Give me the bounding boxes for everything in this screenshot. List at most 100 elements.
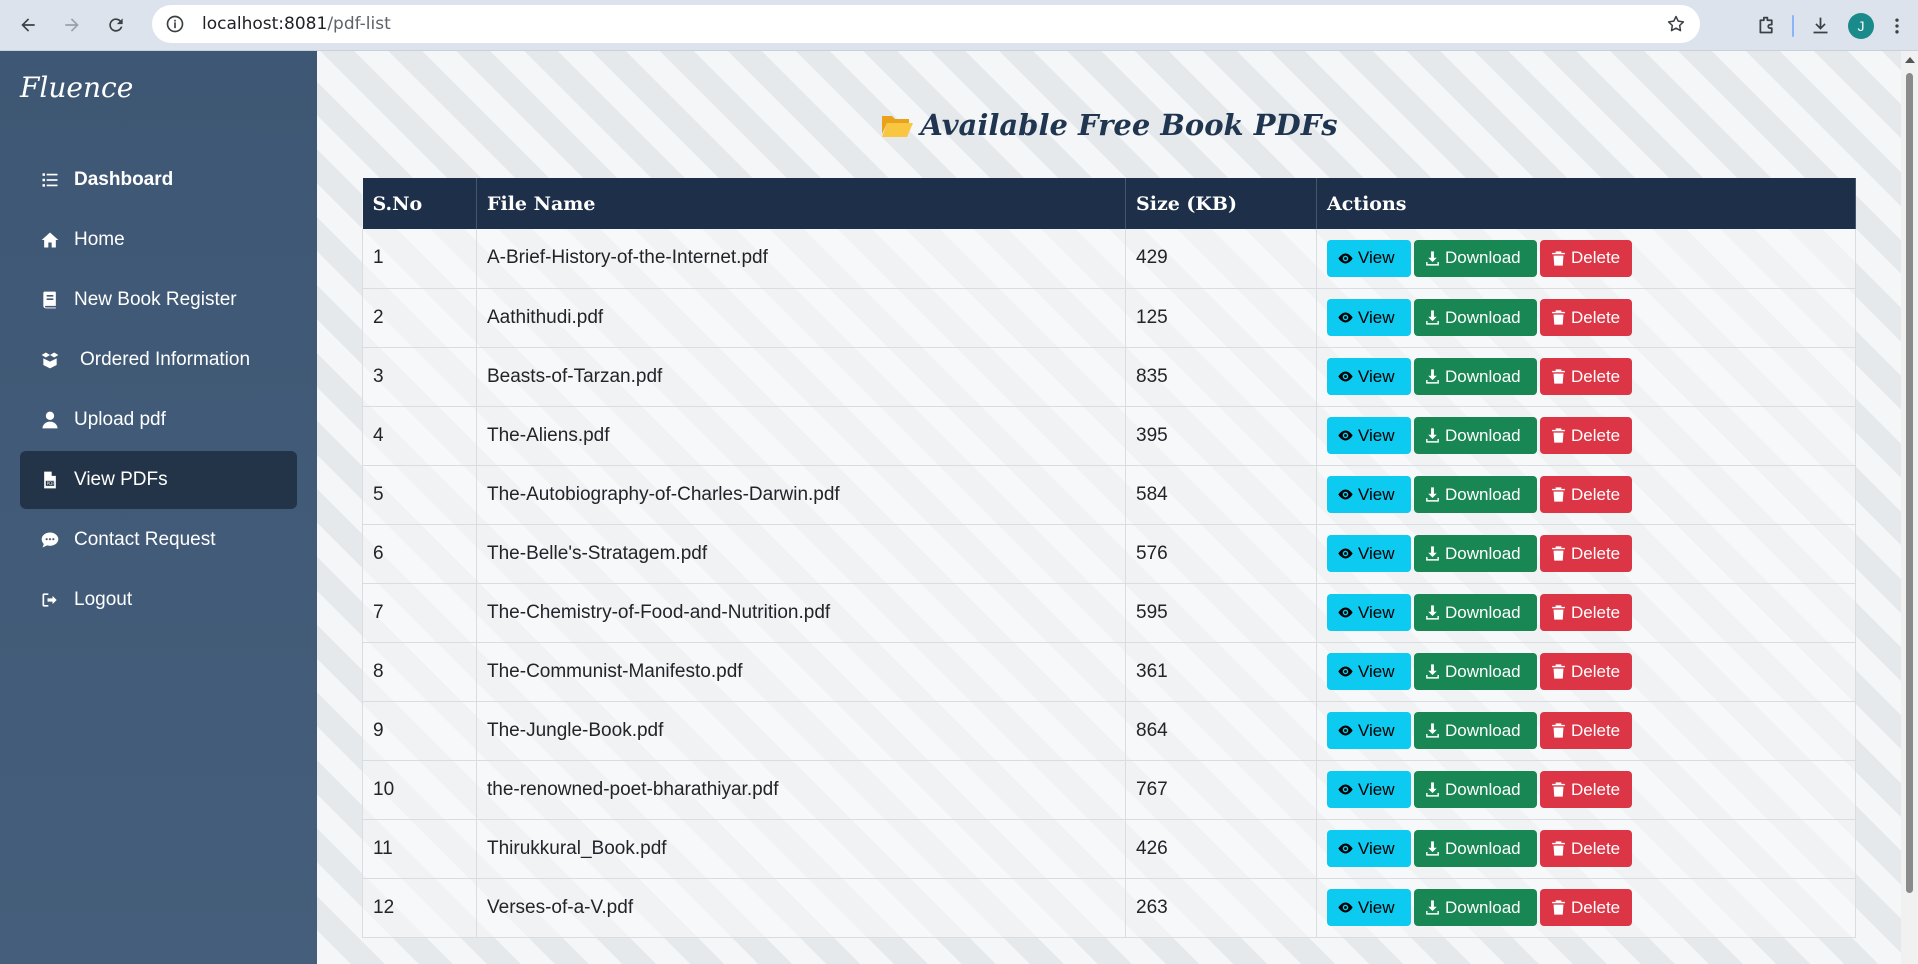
view-button[interactable]: View: [1327, 830, 1411, 867]
download-button-label: Download: [1445, 720, 1521, 740]
forward-arrow-icon[interactable]: [52, 5, 92, 45]
address-bar[interactable]: localhost:8081/pdf-list: [152, 5, 1700, 43]
download-button[interactable]: Download: [1414, 830, 1537, 867]
download-button[interactable]: Download: [1414, 712, 1537, 749]
download-button-label: Download: [1445, 307, 1521, 327]
cell-file-name: The-Belle's-Stratagem.pdf: [476, 524, 1126, 584]
pdf-table-body: 1 A-Brief-History-of-the-Internet.pdf 429 V…: [362, 229, 1856, 938]
delete-button[interactable]: Delete: [1540, 712, 1632, 749]
cell-size: 263: [1125, 878, 1317, 938]
delete-button[interactable]: Delete: [1540, 830, 1632, 867]
profile-avatar[interactable]: J: [1848, 12, 1874, 39]
view-button[interactable]: View: [1327, 358, 1411, 395]
download-button[interactable]: Download: [1414, 771, 1537, 808]
scroll-up-arrow-icon[interactable]: [1905, 57, 1915, 63]
view-button[interactable]: View: [1327, 771, 1411, 808]
sidebar-item-upload-pdf[interactable]: Upload pdf: [20, 391, 297, 449]
page-scrollbar[interactable]: [1901, 51, 1918, 964]
reload-icon[interactable]: [96, 5, 136, 45]
view-button[interactable]: View: [1327, 299, 1411, 336]
back-arrow-icon[interactable]: [8, 5, 48, 45]
delete-button[interactable]: Delete: [1540, 653, 1632, 690]
sidebar-item-contact-request[interactable]: Contact Request: [20, 511, 297, 569]
table-row: 3 Beasts-of-Tarzan.pdf 835 View Download Dele…: [362, 347, 1856, 407]
cell-actions: View Download Delete: [1316, 347, 1856, 407]
site-info-icon[interactable]: [164, 13, 186, 35]
eye-icon: [1337, 545, 1358, 562]
trash-icon: [1550, 840, 1571, 857]
download-button[interactable]: Download: [1414, 653, 1537, 690]
cell-size: 395: [1125, 406, 1317, 466]
download-button-label: Download: [1445, 543, 1521, 563]
view-button-label: View: [1358, 543, 1395, 563]
downloads-icon[interactable]: [1800, 6, 1840, 46]
delete-button[interactable]: Delete: [1540, 771, 1632, 808]
view-button[interactable]: View: [1327, 653, 1411, 690]
sidebar-item-view-pdfs[interactable]: PDF View PDFs: [20, 451, 297, 509]
view-button-label: View: [1358, 307, 1395, 327]
sidebar-item-ordered-information[interactable]: Ordered Information: [20, 331, 297, 389]
download-button[interactable]: Download: [1414, 476, 1537, 513]
eye-icon: [1337, 899, 1358, 916]
table-row: 2 Aathithudi.pdf 125 View Download Delete: [362, 288, 1856, 348]
download-button[interactable]: Download: [1414, 299, 1537, 336]
view-button-label: View: [1358, 602, 1395, 622]
delete-button-label: Delete: [1571, 602, 1621, 622]
sidebar-item-dashboard[interactable]: Dashboard: [20, 151, 297, 209]
cell-actions: View Download Delete: [1316, 524, 1856, 584]
view-button[interactable]: View: [1327, 594, 1411, 631]
delete-button[interactable]: Delete: [1540, 476, 1632, 513]
delete-button[interactable]: Delete: [1540, 417, 1632, 454]
download-icon: [1424, 309, 1445, 326]
view-button[interactable]: View: [1327, 535, 1411, 572]
cell-actions: View Download Delete: [1316, 288, 1856, 348]
view-button[interactable]: View: [1327, 476, 1411, 513]
delete-button-label: Delete: [1571, 484, 1621, 504]
extensions-icon[interactable]: [1746, 6, 1786, 46]
url-path: /pdf-list: [327, 14, 391, 34]
url-text[interactable]: localhost:8081/pdf-list: [202, 14, 391, 34]
sidebar-item-new-book-register[interactable]: New Book Register: [20, 271, 297, 329]
eye-icon: [1337, 368, 1358, 385]
delete-button-label: Delete: [1571, 543, 1621, 563]
download-button[interactable]: Download: [1414, 239, 1537, 277]
delete-button-label: Delete: [1571, 779, 1621, 799]
svg-text:PDF: PDF: [47, 481, 56, 486]
browser-menu-icon[interactable]: [1882, 6, 1912, 46]
delete-button[interactable]: Delete: [1540, 594, 1632, 631]
bookmark-star-icon[interactable]: [1666, 14, 1686, 34]
download-button-label: Download: [1445, 425, 1521, 445]
page-title: Available Free Book PDFs: [317, 108, 1901, 142]
download-icon: [1424, 722, 1445, 739]
delete-button[interactable]: Delete: [1540, 358, 1632, 395]
delete-button[interactable]: Delete: [1540, 889, 1632, 926]
table-row: 4 The-Aliens.pdf 395 View Download Delete: [362, 406, 1856, 466]
cell-actions: View Download Delete: [1316, 760, 1856, 820]
scroll-thumb[interactable]: [1906, 73, 1913, 893]
view-button[interactable]: View: [1327, 712, 1411, 749]
sidebar-item-label: New Book Register: [74, 289, 237, 310]
download-button[interactable]: Download: [1414, 889, 1537, 926]
download-button-label: Download: [1445, 897, 1521, 917]
sidebar-item-home[interactable]: Home: [20, 211, 297, 269]
trash-icon: [1550, 309, 1571, 326]
delete-button[interactable]: Delete: [1540, 535, 1632, 572]
sidebar-item-logout[interactable]: Logout: [20, 571, 297, 629]
download-button[interactable]: Download: [1414, 535, 1537, 572]
download-button[interactable]: Download: [1414, 594, 1537, 631]
delete-button[interactable]: Delete: [1540, 239, 1632, 277]
view-button-label: View: [1358, 897, 1395, 917]
view-button-label: View: [1358, 838, 1395, 858]
view-button[interactable]: View: [1327, 239, 1411, 277]
view-button[interactable]: View: [1327, 889, 1411, 926]
delete-button[interactable]: Delete: [1540, 299, 1632, 336]
cell-sno: 12: [362, 878, 477, 938]
view-button[interactable]: View: [1327, 417, 1411, 454]
download-button[interactable]: Download: [1414, 417, 1537, 454]
sidebar-item-label: Ordered Information: [80, 349, 251, 370]
download-button[interactable]: Download: [1414, 358, 1537, 395]
cell-file-name: The-Autobiography-of-Charles-Darwin.pdf: [476, 465, 1126, 525]
brand-logo[interactable]: Fluence: [20, 71, 133, 104]
pdf-table: S.No File Name Size (KB) Actions 1 A-Brie…: [362, 178, 1856, 938]
trash-icon: [1550, 486, 1571, 503]
